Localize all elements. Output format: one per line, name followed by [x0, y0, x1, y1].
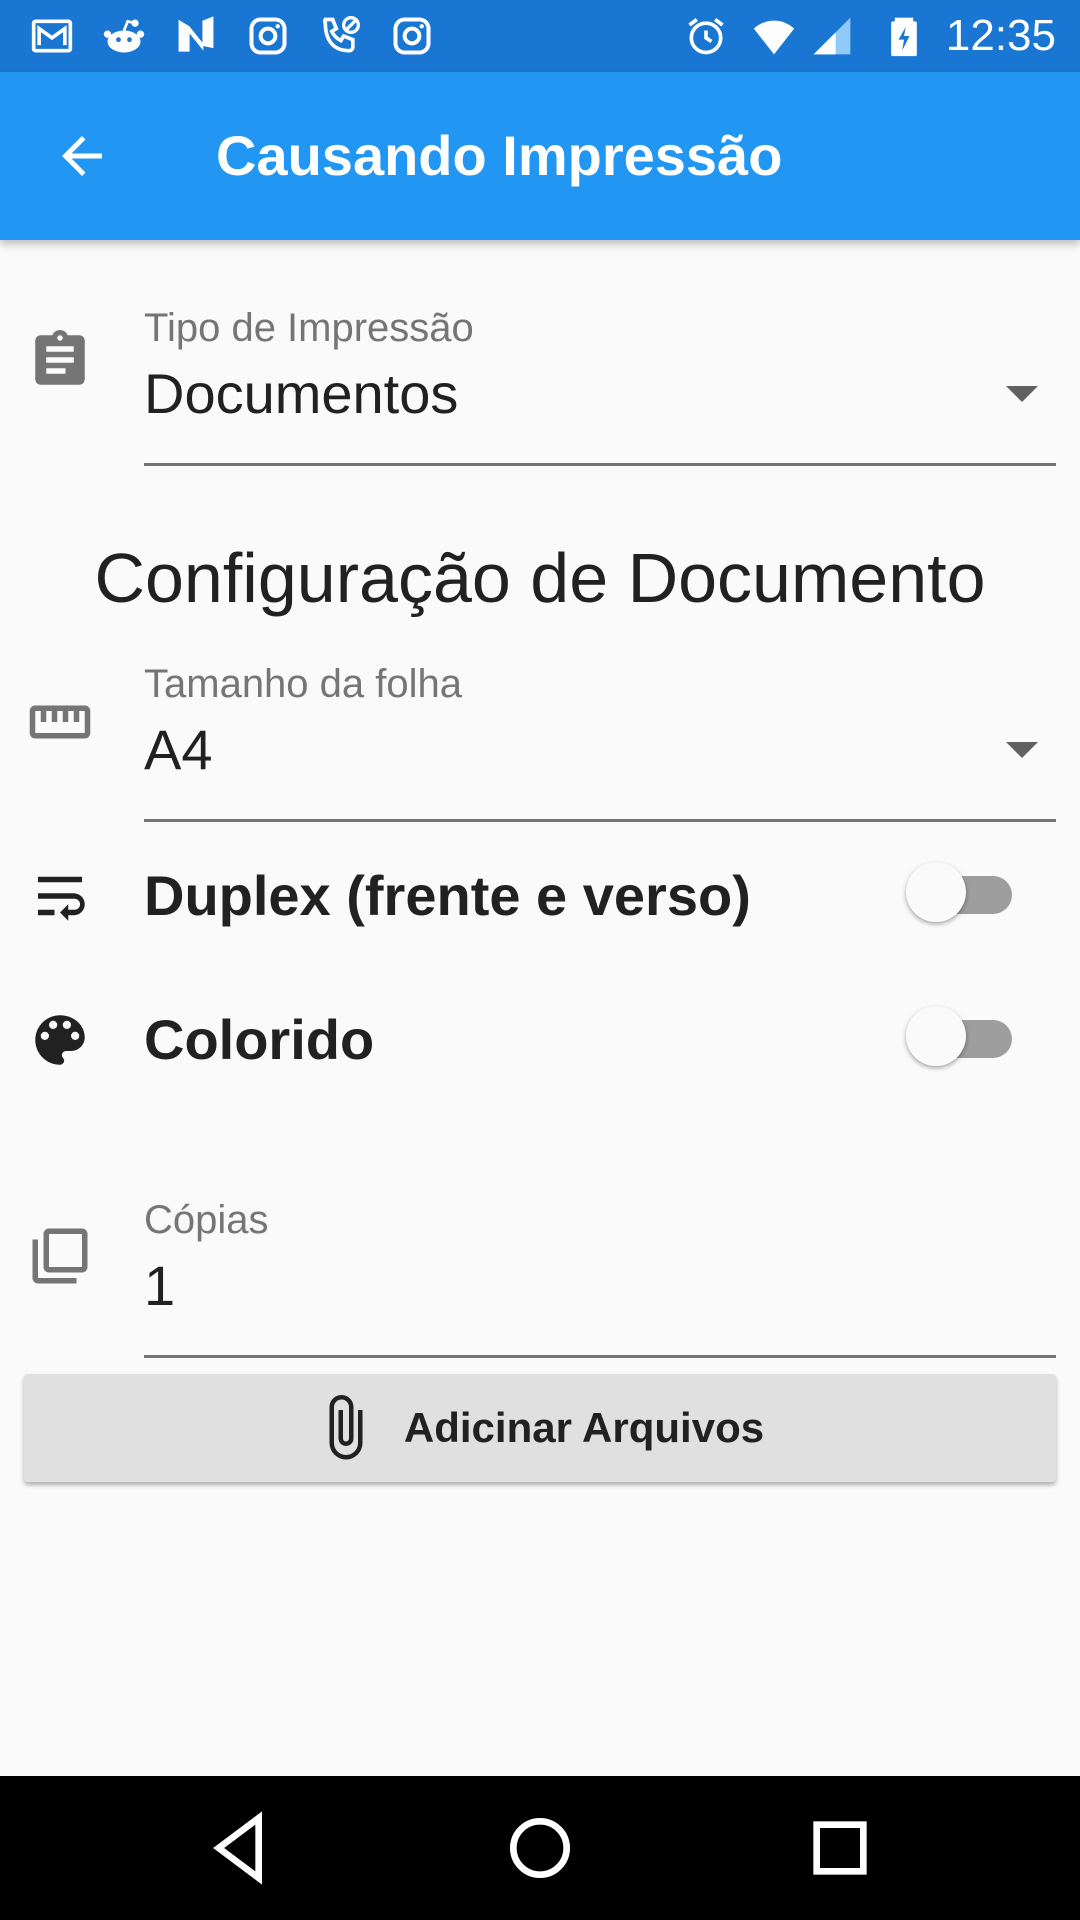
section-title: Configuração de Documento	[94, 539, 986, 617]
n-app-icon	[172, 14, 220, 58]
sheet-size-label: Tamanho da folha	[144, 662, 463, 706]
alarm-icon	[682, 14, 730, 58]
duplex-label: Duplex (frente e verso)	[144, 864, 751, 927]
copies-field[interactable]: Cópias 1	[144, 1192, 1056, 1358]
dropdown-arrow-icon	[1006, 386, 1038, 402]
copies-icon	[24, 1220, 96, 1292]
duplex-switch[interactable]	[906, 860, 1018, 924]
signal-icon	[808, 14, 856, 58]
navigation-bar	[0, 1776, 1080, 1920]
battery-charging-icon	[880, 14, 928, 58]
clipboard-icon	[24, 324, 96, 396]
wifi-icon	[750, 14, 798, 58]
add-files-button[interactable]: Adicinar Arquivos	[24, 1374, 1056, 1482]
paperclip-icon	[316, 1392, 376, 1464]
sheet-size-value: A4	[144, 718, 213, 781]
instagram-icon	[244, 14, 292, 58]
status-bar: 12:35	[0, 0, 1080, 72]
switch-thumb	[906, 1006, 966, 1066]
color-row: Colorido	[0, 980, 1080, 1100]
copies-label: Cópias	[144, 1198, 269, 1242]
print-type-dropdown[interactable]: Tipo de Impressão Documentos	[144, 300, 1056, 466]
gmail-icon	[28, 14, 76, 58]
nav-home-button[interactable]	[492, 1800, 588, 1896]
arrow-back-icon	[62, 136, 102, 176]
print-type-label: Tipo de Impressão	[144, 306, 474, 350]
add-files-label: Adicinar Arquivos	[403, 1404, 765, 1451]
ruler-icon	[24, 686, 96, 758]
nav-back-button[interactable]	[194, 1800, 290, 1896]
dropdown-arrow-icon	[1006, 742, 1038, 758]
app-bar: Causando Impressão	[0, 72, 1080, 240]
recents-square-icon	[813, 1821, 867, 1875]
color-label: Colorido	[144, 1008, 375, 1071]
nav-recents-button[interactable]	[792, 1800, 888, 1896]
sheet-size-dropdown[interactable]: Tamanho da folha A4	[144, 656, 1056, 822]
duplex-row: Duplex (frente e verso)	[0, 836, 1080, 956]
copies-value[interactable]: 1	[144, 1254, 175, 1318]
missed-call-icon	[316, 14, 364, 58]
instagram-icon	[388, 14, 436, 58]
home-circle-icon	[510, 1818, 570, 1878]
back-button[interactable]	[44, 118, 120, 194]
reddit-icon	[100, 14, 148, 58]
print-type-value: Documentos	[144, 362, 459, 425]
switch-thumb	[906, 862, 966, 922]
color-switch[interactable]	[906, 1004, 1018, 1068]
wrap-text-icon	[24, 860, 96, 932]
page-title: Causando Impressão	[216, 124, 783, 187]
back-triangle-icon	[213, 1811, 262, 1885]
status-time: 12:35	[945, 11, 1056, 60]
palette-icon	[24, 1004, 96, 1076]
